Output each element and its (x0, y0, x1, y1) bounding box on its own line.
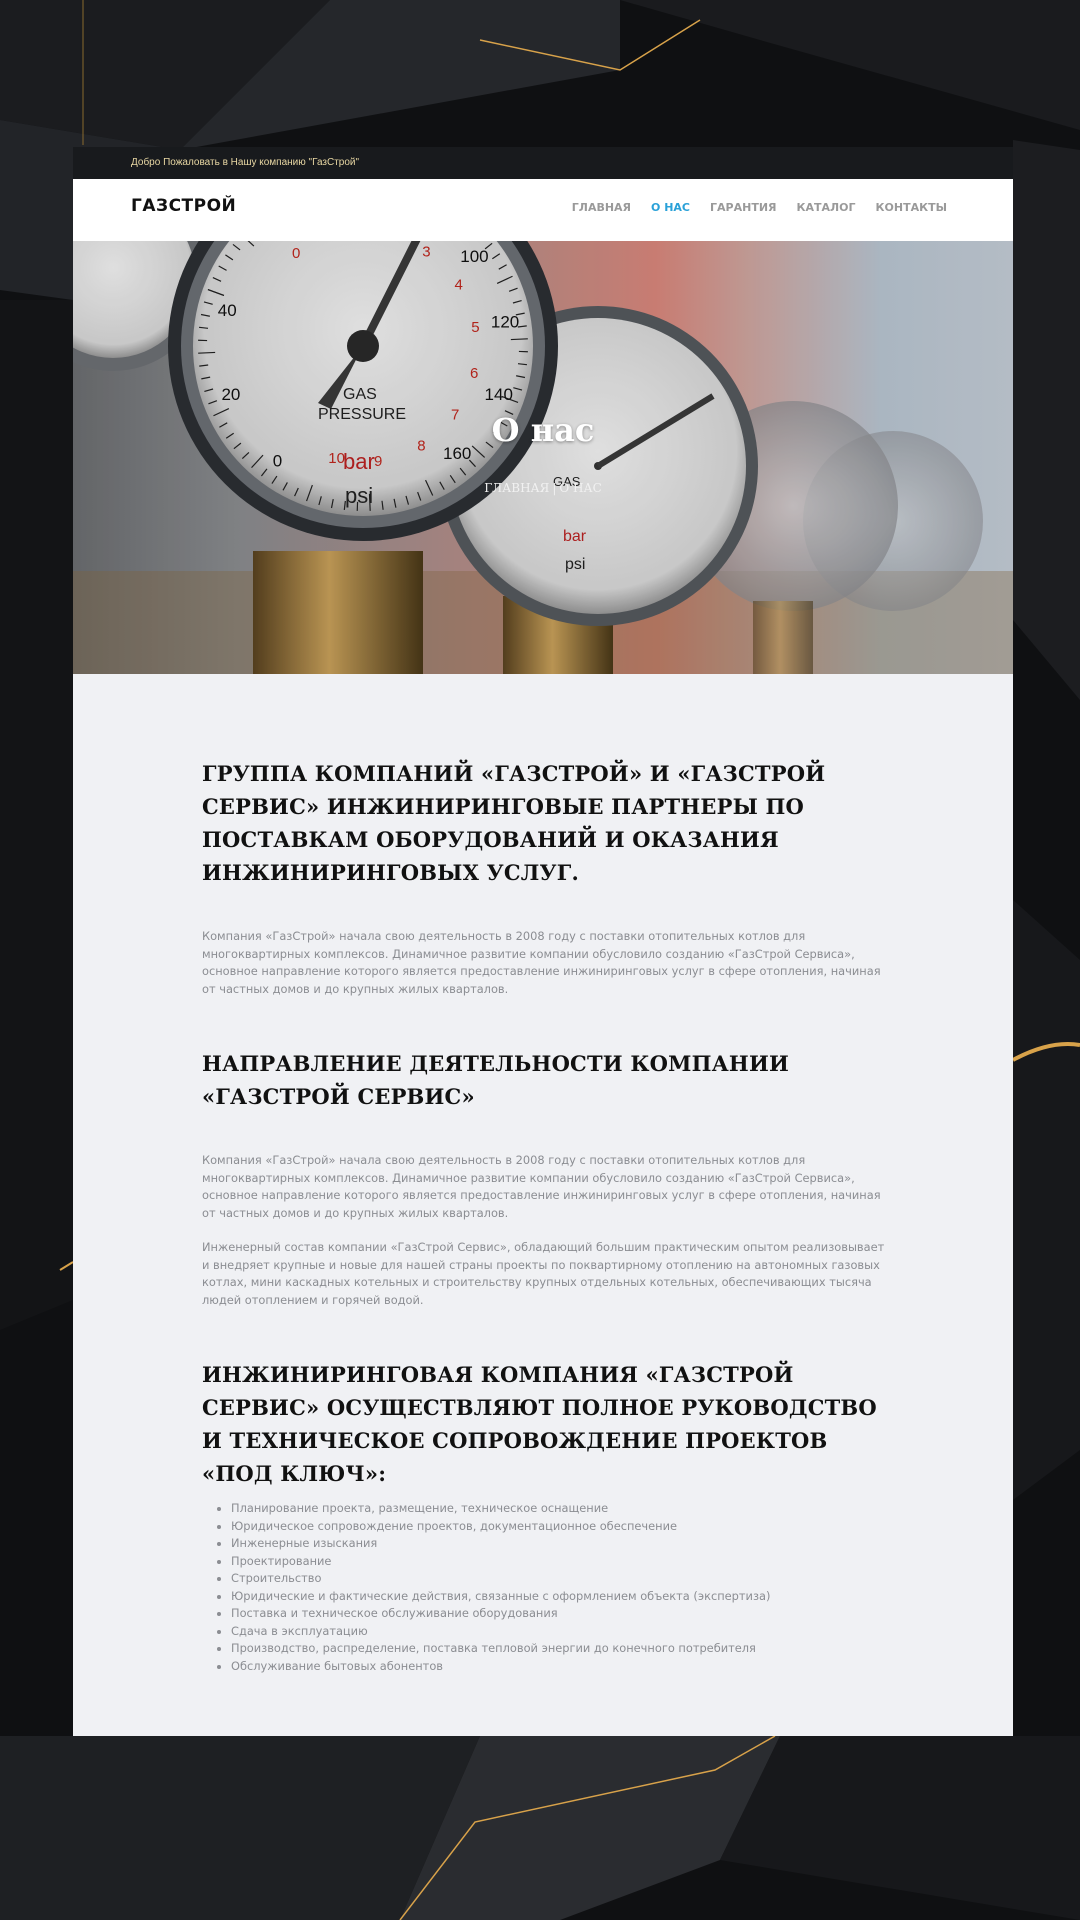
breadcrumb-separator: | (552, 481, 557, 495)
menu-item-warranty[interactable]: ГАРАНТИЯ (710, 201, 776, 214)
menu-item-home[interactable]: ГЛАВНАЯ (572, 201, 631, 214)
menu-item-contacts[interactable]: КОНТАКТЫ (876, 201, 947, 214)
list-item: Проектирование (231, 1553, 892, 1571)
section1-text: Компания «ГазСтрой» начала свою деятельн… (202, 929, 881, 996)
breadcrumb-home[interactable]: ГЛАВНАЯ (484, 481, 549, 495)
section2-text1: Компания «ГазСтрой» начала свою деятельн… (202, 1153, 881, 1220)
header-navbar: ГАЗСТРОЙ ГЛАВНАЯ О НАС ГАРАНТИЯ КАТАЛОГ … (73, 179, 1013, 241)
services-list: Планирование проекта, размещение, технич… (202, 1500, 892, 1675)
hero-banner: GAS bar psi 0123456789100204010012014016… (73, 241, 1013, 674)
list-item: Производство, распределение, поставка те… (231, 1640, 892, 1658)
website-frame: Добро Пожаловать в Нашу компанию "ГазСтр… (73, 147, 1013, 1736)
list-item: Юридические и фактические действия, связ… (231, 1588, 892, 1606)
list-item: Юридическое сопровождение проектов, доку… (231, 1518, 892, 1536)
list-item: Поставка и техническое обслуживание обор… (231, 1605, 892, 1623)
breadcrumb-current: О НАС (559, 481, 602, 495)
site-logo[interactable]: ГАЗСТРОЙ (131, 196, 236, 216)
section3-heading: ИНЖИНИРИНГОВАЯ КОМПАНИЯ «ГАЗСТРОЙ СЕРВИС… (202, 1362, 877, 1486)
welcome-text: Добро Пожаловать в Нашу компанию "ГазСтр… (131, 157, 360, 168)
list-item: Строительство (231, 1570, 892, 1588)
section2-text2: Инженерный состав компании «ГазСтрой Сер… (202, 1240, 885, 1307)
menu-item-catalog[interactable]: КАТАЛОГ (797, 201, 856, 214)
section2-heading: НАПРАВЛЕНИЕ ДЕЯТЕЛЬНОСТИ КОМПАНИИ «ГАЗСТ… (202, 1051, 790, 1109)
menu-item-about[interactable]: О НАС (651, 201, 690, 214)
top-bar: Добро Пожаловать в Нашу компанию "ГазСтр… (73, 147, 1013, 179)
main-menu: ГЛАВНАЯ О НАС ГАРАНТИЯ КАТАЛОГ КОНТАКТЫ (572, 201, 947, 214)
main-content: ГРУППА КОМПАНИЙ «ГАЗСТРОЙ» И «ГАЗСТРОЙ С… (202, 757, 892, 1675)
list-item: Сдача в эксплуатацию (231, 1623, 892, 1641)
breadcrumb: ГЛАВНАЯ | О НАС (73, 481, 1013, 495)
section1-heading: ГРУППА КОМПАНИЙ «ГАЗСТРОЙ» И «ГАЗСТРОЙ С… (202, 761, 826, 885)
page-title: О нас (491, 411, 595, 449)
pressure-gauges-image: GAS bar psi 0123456789100204010012014016… (73, 241, 1013, 674)
list-item: Инженерные изыскания (231, 1535, 892, 1553)
list-item: Обслуживание бытовых абонентов (231, 1658, 892, 1676)
list-item: Планирование проекта, размещение, технич… (231, 1500, 892, 1518)
